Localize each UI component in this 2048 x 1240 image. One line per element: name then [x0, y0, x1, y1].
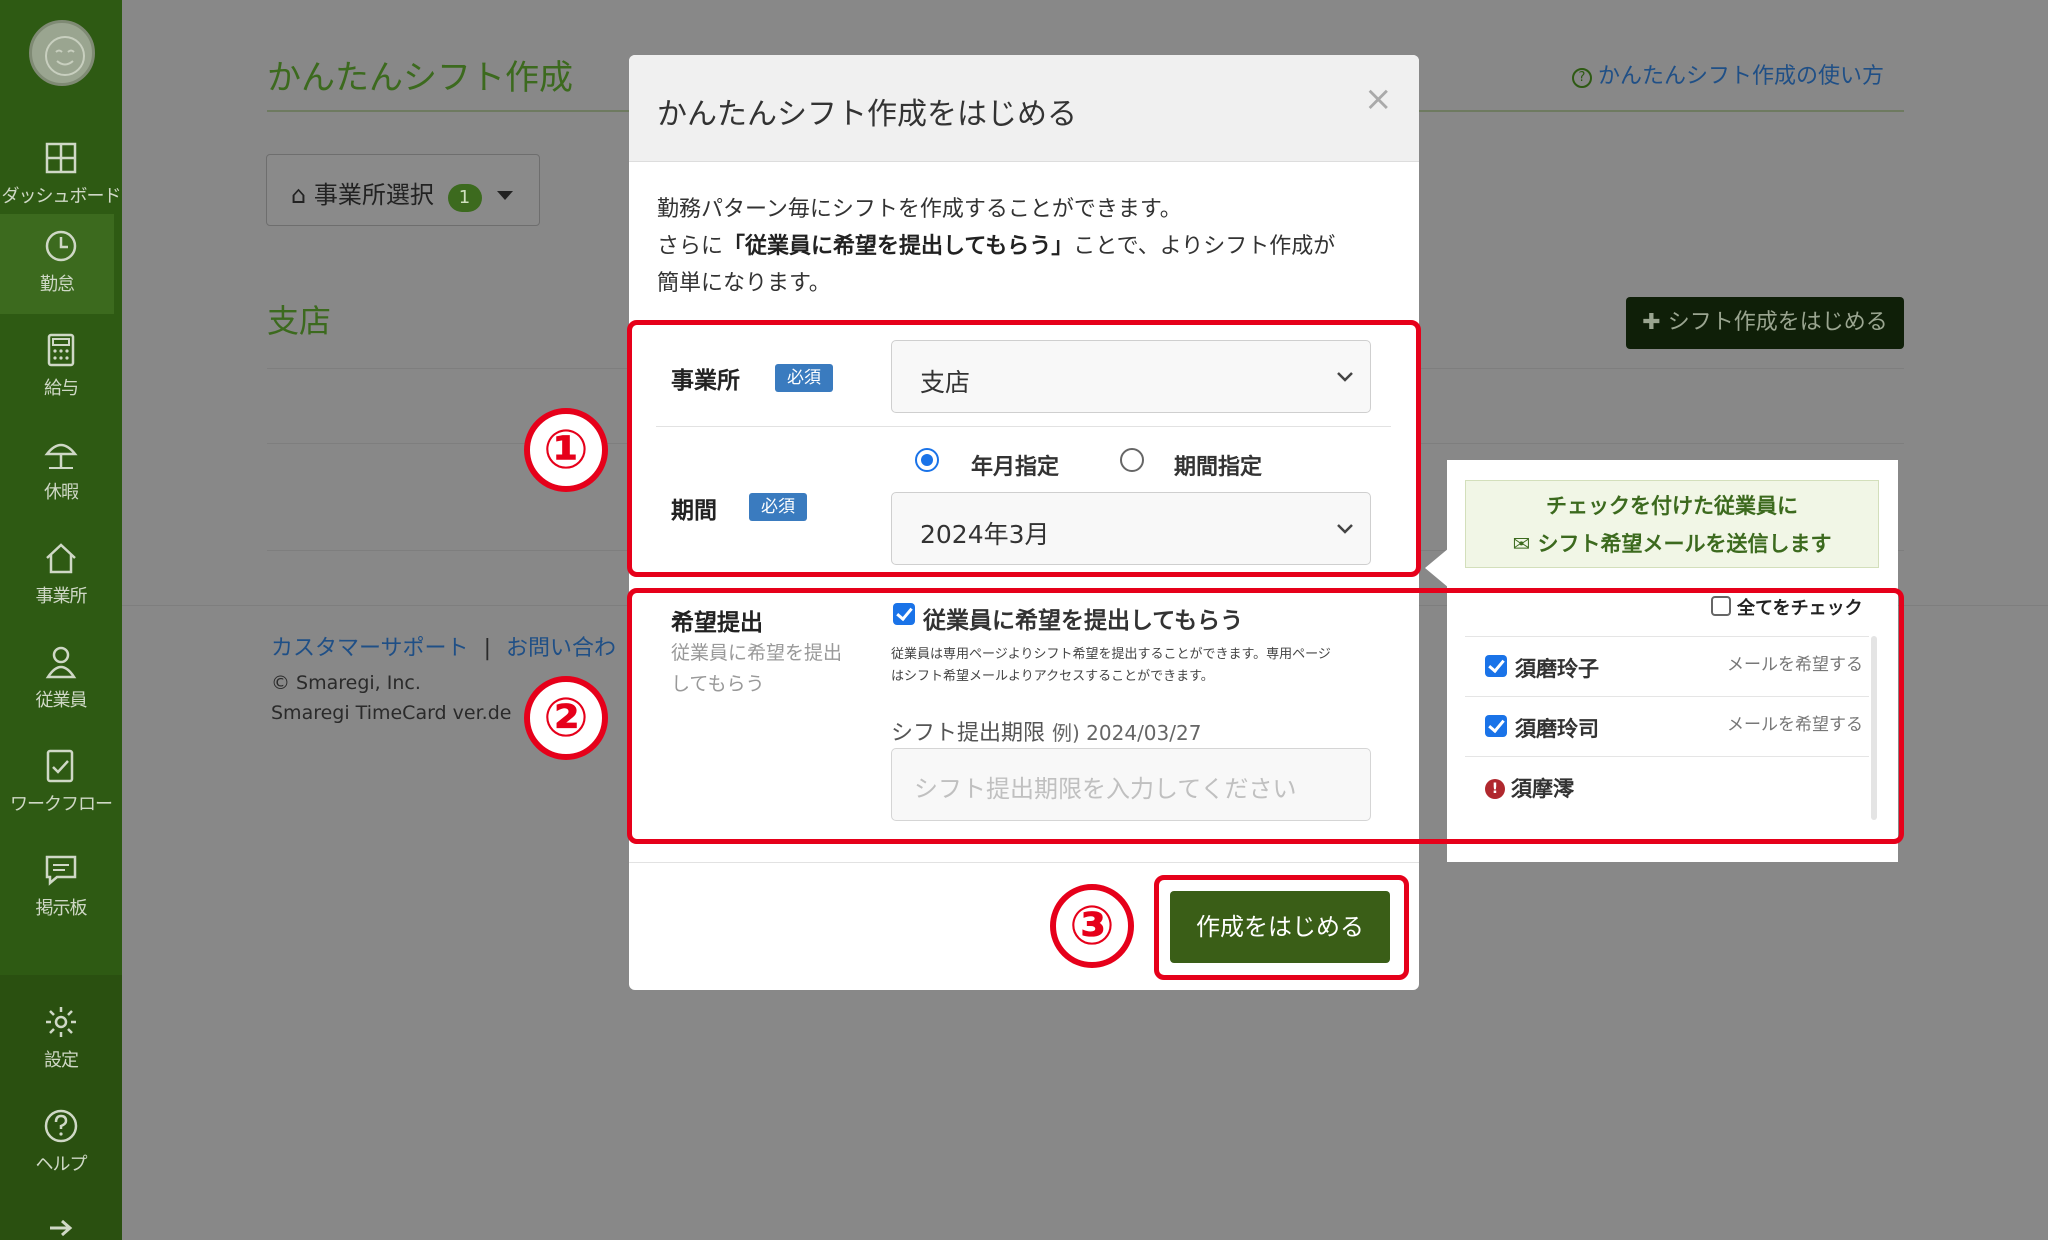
office-select-label: 事業所選択	[313, 181, 434, 209]
panel-pointer	[1425, 548, 1449, 588]
sidebar-item-dashboard[interactable]: ダッシュボード	[0, 126, 122, 226]
message-icon	[45, 855, 77, 886]
caret-down-icon	[497, 191, 514, 200]
question-icon: ?	[1572, 68, 1592, 88]
sidebar: ダッシュボード 勤怠 給与 休暇 事業所 従業員 ワークフロー 掲示板 設定 ヘ…	[0, 0, 122, 1240]
clock-icon	[45, 230, 77, 262]
checklist-icon	[46, 749, 74, 783]
modal-intro: 勤務パターン毎にシフトを作成することができます。 さらに「従業員に希望を提出して…	[657, 191, 1397, 302]
sidebar-item-board[interactable]: 掲示板	[0, 838, 122, 938]
page-title: かんたんシフト作成	[267, 58, 573, 98]
arrow-right-icon[interactable]	[48, 1218, 74, 1238]
copyright: © Smaregi, Inc.	[271, 672, 421, 694]
sidebar-item-label: ヘルプ	[35, 1154, 88, 1175]
annotation-box-1	[627, 320, 1421, 577]
sidebar-item-employees[interactable]: 従業員	[0, 630, 122, 730]
sidebar-item-label: 掲示板	[35, 898, 88, 919]
mail-notice-text: シフト希望メールを送信します	[1537, 532, 1832, 556]
sidebar-item-label: 休暇	[44, 482, 79, 503]
intro-line: さらに「従業員に希望を提出してもらう」ことで、よりシフト作成が	[657, 228, 1397, 265]
sidebar-item-label: 設定	[44, 1050, 79, 1071]
help-link[interactable]: ? かんたんシフト作成の使い方	[1572, 58, 1884, 90]
intro-text: ことで、よりシフト作成が	[1073, 234, 1336, 259]
footer-links: カスタマーサポート | お問い合わ	[271, 630, 616, 662]
step-3-marker: ③	[1050, 884, 1134, 968]
sidebar-item-leave[interactable]: 休暇	[0, 422, 122, 522]
contact-link[interactable]: お問い合わ	[506, 636, 616, 661]
home-icon	[46, 543, 76, 574]
sidebar-item-workflow[interactable]: ワークフロー	[0, 734, 122, 834]
envelope-icon: ✉	[1512, 532, 1531, 556]
sidebar-item-office[interactable]: 事業所	[0, 526, 122, 626]
start-shift-button[interactable]: ✚ シフト作成をはじめる	[1626, 297, 1904, 349]
customer-support-link[interactable]: カスタマーサポート	[271, 636, 469, 661]
dashboard-icon	[45, 142, 77, 174]
modal-footer-divider	[629, 862, 1419, 863]
version-text: Smaregi TimeCard ver.de	[271, 702, 512, 724]
start-shift-button-label: シフト作成をはじめる	[1667, 310, 1888, 335]
person-icon	[45, 646, 77, 679]
sidebar-item-help[interactable]: ヘルプ	[0, 1094, 122, 1194]
umbrella-icon	[44, 443, 78, 469]
step-1-marker: ①	[524, 408, 608, 492]
sidebar-item-label: 従業員	[35, 690, 88, 711]
home-icon: ⌂	[291, 181, 307, 209]
mail-notice-line: ✉ シフト希望メールを送信します	[1466, 525, 1878, 563]
annotation-box-3	[1154, 875, 1409, 980]
annotation-box-2	[627, 588, 1904, 844]
mail-notice: チェックを付けた従業員に ✉ シフト希望メールを送信します	[1465, 480, 1879, 568]
close-icon[interactable]: ×	[1364, 79, 1393, 119]
sidebar-item-payroll[interactable]: 給与	[0, 318, 122, 418]
mail-notice-line: チェックを付けた従業員に	[1546, 494, 1798, 518]
sidebar-item-settings[interactable]: 設定	[0, 990, 122, 1090]
intro-line: 簡単になります。	[657, 271, 831, 296]
sidebar-item-label: 給与	[44, 378, 79, 399]
sidebar-item-label: 勤怠	[40, 274, 75, 295]
avatar[interactable]	[29, 20, 95, 86]
modal-title: かんたんシフト作成をはじめる	[657, 97, 1077, 132]
intro-text: さらに	[657, 234, 724, 259]
sidebar-item-label: ダッシュボード	[1, 186, 122, 207]
office-count-badge: 1	[447, 184, 482, 212]
link-separator: |	[483, 636, 491, 661]
help-icon	[44, 1109, 78, 1143]
sidebar-item-label: 事業所	[35, 586, 88, 607]
sidebar-item-attendance[interactable]: 勤怠	[0, 214, 114, 314]
smile-icon	[45, 36, 85, 76]
step-2-marker: ②	[524, 676, 608, 760]
office-select-dropdown[interactable]: ⌂ 事業所選択 1	[266, 154, 540, 226]
gear-icon	[46, 1007, 76, 1037]
branch-title: 支店	[267, 302, 332, 340]
help-link-label: かんたんシフト作成の使い方	[1598, 64, 1885, 89]
intro-line: 勤務パターン毎にシフトを作成することができます。	[657, 197, 1182, 222]
sidebar-item-label: ワークフロー	[10, 794, 113, 815]
calculator-icon	[47, 333, 75, 367]
intro-emphasis: 「従業員に希望を提出してもらう」	[723, 234, 1074, 259]
modal-header: かんたんシフト作成をはじめる ×	[629, 55, 1419, 162]
